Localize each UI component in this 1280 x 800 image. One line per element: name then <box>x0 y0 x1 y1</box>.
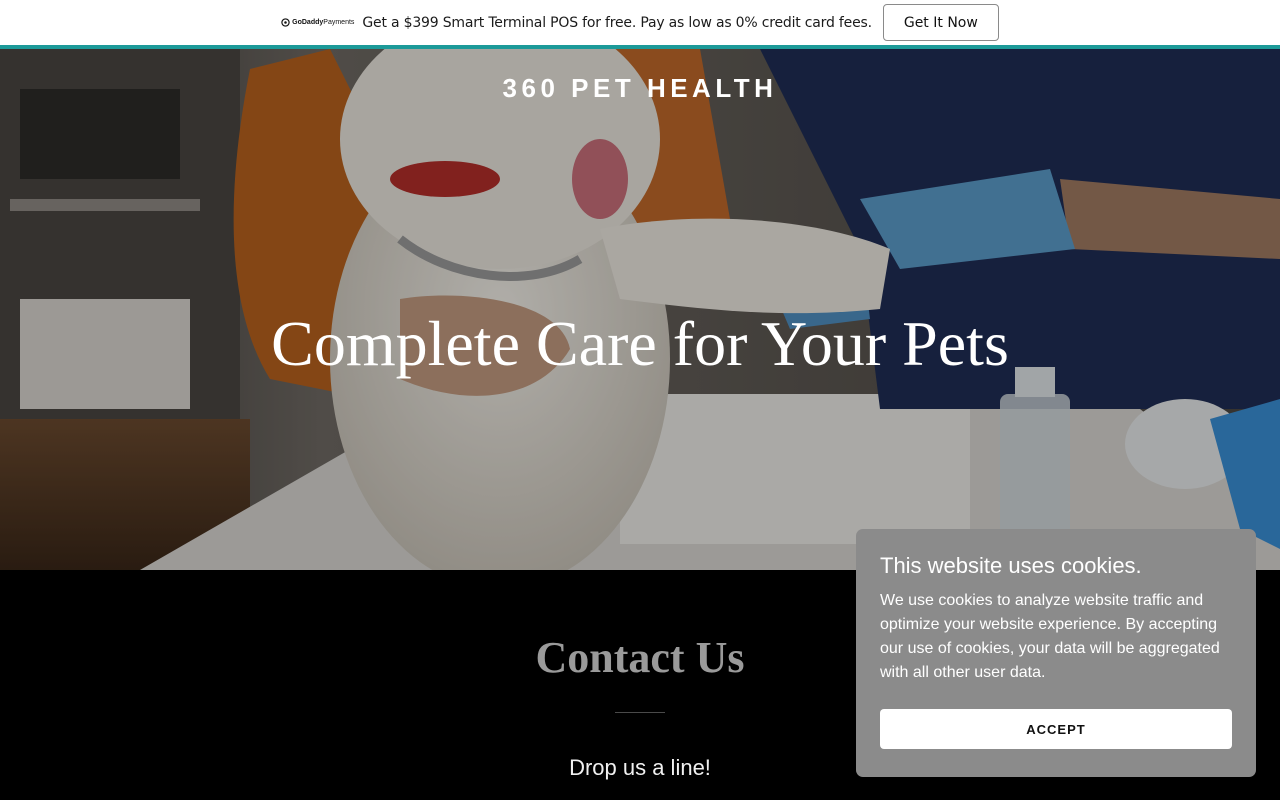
get-it-now-button[interactable]: Get It Now <box>882 4 999 41</box>
godaddy-logo-icon <box>281 18 290 27</box>
cookie-title: This website uses cookies. <box>880 553 1142 578</box>
hero-heading: Complete Care for Your Pets <box>271 308 1009 379</box>
site-title[interactable]: 360 PET HEALTH <box>0 73 1280 104</box>
cookie-body: We use cookies to analyze website traffi… <box>880 592 1220 681</box>
godaddy-payments-logo: GoDaddy Payments <box>281 18 354 27</box>
accept-cookies-button[interactable]: ACCEPT <box>880 709 1232 749</box>
hero-section: 360 PET HEALTH Complete Care for Your Pe… <box>0 49 1280 570</box>
cookie-dialog: This website uses cookies. We use cookie… <box>856 529 1256 777</box>
logo-brand-sub: Payments <box>323 19 355 26</box>
contact-divider <box>615 712 665 713</box>
promo-banner: GoDaddy Payments Get a $399 Smart Termin… <box>0 0 1280 45</box>
logo-brand-main: GoDaddy <box>292 19 324 26</box>
promo-text: Get a $399 Smart Terminal POS for free. … <box>362 14 872 31</box>
